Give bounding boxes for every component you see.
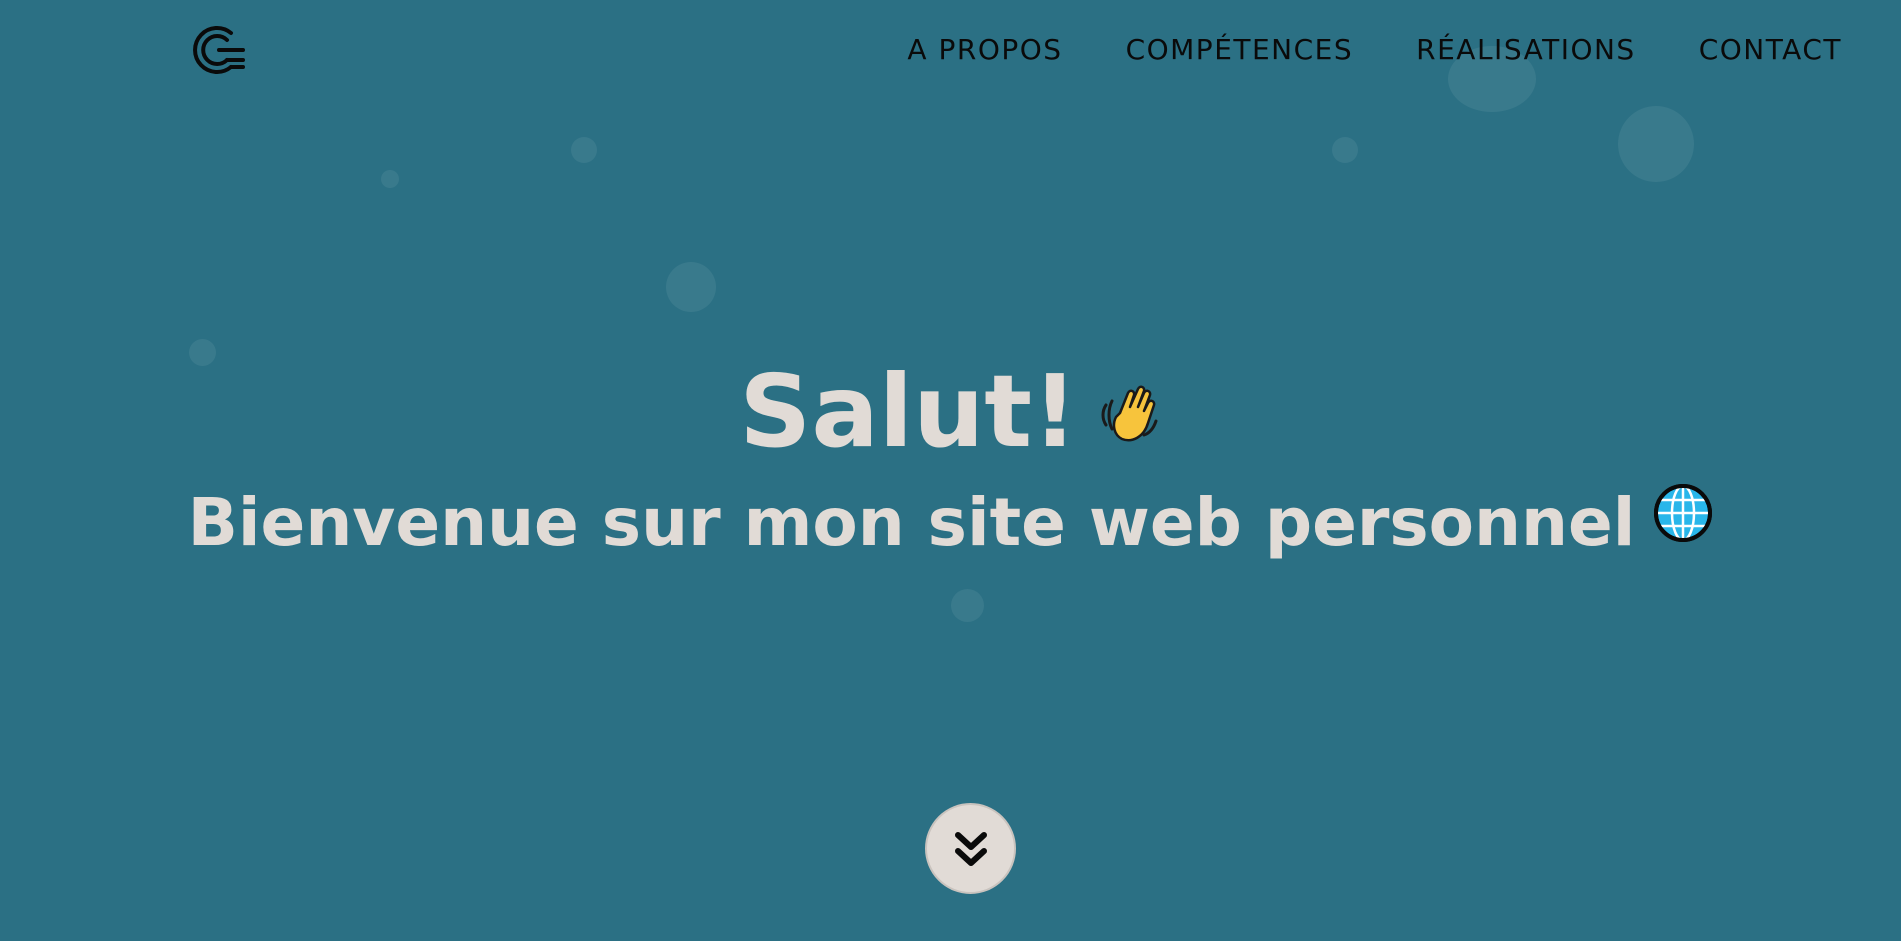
site-logo[interactable] [191, 21, 247, 77]
background-bubble [666, 262, 716, 312]
background-bubble [571, 137, 597, 163]
hero-title: Salut! [0, 352, 1901, 479]
nav-link-realisations[interactable]: RÉALISATIONS [1416, 30, 1636, 70]
logo-icon [193, 26, 245, 74]
site-header: A PROPOS COMPÉTENCES RÉALISATIONS CONTAC… [0, 0, 1901, 100]
hero-subtitle: Bienvenue sur mon site web personnel [0, 478, 1901, 572]
hero-subtitle-text: Bienvenue sur mon site web personnel [187, 484, 1636, 561]
double-chevron-down-icon [954, 831, 987, 866]
globe-icon [1635, 482, 1713, 572]
background-bubble [1332, 137, 1358, 163]
nav-link-competences[interactable]: COMPÉTENCES [1126, 30, 1354, 70]
scroll-down-button[interactable] [925, 803, 1016, 894]
nav-link-contact[interactable]: CONTACT [1699, 30, 1842, 70]
nav-link-a-propos[interactable]: A PROPOS [907, 30, 1062, 70]
background-bubble [1618, 106, 1694, 182]
waving-hand-icon [1078, 359, 1162, 479]
background-bubble [951, 589, 984, 622]
background-bubble [381, 170, 399, 188]
main-nav: A PROPOS COMPÉTENCES RÉALISATIONS CONTAC… [907, 30, 1842, 70]
hero-title-text: Salut! [739, 353, 1078, 470]
